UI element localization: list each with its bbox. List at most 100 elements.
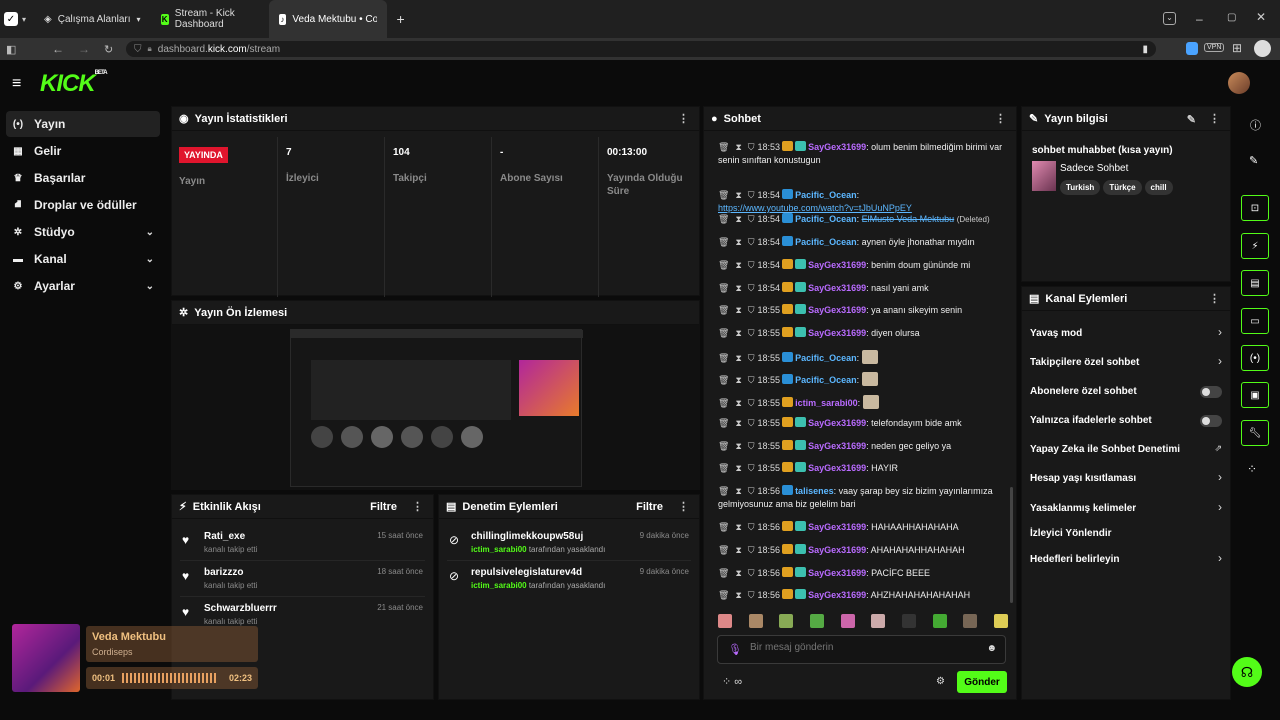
delete-icon[interactable]: 🗑︎ [718,353,729,363]
subscribers-only-toggle[interactable] [1200,386,1222,398]
tab-kick-dashboard[interactable]: K Stream - Kick Dashboard [151,0,269,38]
delete-icon[interactable]: 🗑︎ [718,214,729,224]
timeout-icon[interactable]: ⧗ [735,398,741,408]
timeout-icon[interactable]: ⧗ [735,214,741,224]
edit-icon[interactable]: ✎ [1187,113,1196,126]
emote-icon[interactable] [748,614,763,628]
timeout-icon[interactable]: ⧗ [735,375,741,385]
chat-username[interactable]: SayGex31699 [808,463,866,473]
sidebar-item-basarilar[interactable]: ♛ Başarılar [6,165,160,191]
stream-preview-image[interactable] [290,329,583,487]
chevron-down-icon[interactable]: ▾ [22,15,26,24]
new-tab-button[interactable]: + [397,11,405,27]
delete-icon[interactable]: 🗑︎ [718,375,729,385]
chat-username[interactable]: SayGex31699 [808,418,866,428]
minimize-button[interactable]: – [1196,12,1203,26]
bookmark-icon[interactable]: ▮ [1142,44,1148,55]
send-button[interactable]: Gönder [957,671,1007,693]
activity-toggle-button[interactable]: ⚡︎ [1241,233,1269,259]
more-options-icon[interactable]: ⋮ [412,500,423,513]
delete-icon[interactable]: 🗑︎ [718,142,729,152]
timeout-icon[interactable]: ⧗ [735,328,741,338]
kick-logo[interactable]: KICKBETA [40,70,108,98]
chat-username[interactable]: SayGex31699 [808,328,866,338]
timeout-icon[interactable]: ⧗ [735,545,741,555]
delete-icon[interactable]: 🗑︎ [718,328,729,338]
moderation-toggle-button[interactable]: ▤ [1241,270,1269,296]
delete-icon[interactable]: 🗑︎ [718,568,729,578]
extension-shield-icon[interactable] [1186,42,1198,55]
ban-icon[interactable]: ⛉ [748,190,755,200]
kick-points-icon[interactable]: ⁘ ∞ [722,675,742,688]
timeout-icon[interactable]: ⧗ [735,486,741,496]
emoji-icon[interactable]: ☻ [986,643,997,654]
timeout-icon[interactable]: ⧗ [735,418,741,428]
add-widget-icon[interactable]: ⁘ [1247,462,1257,476]
chat-username[interactable]: Pacific_Ocean [795,214,857,224]
delete-icon[interactable]: 🗑︎ [718,260,729,270]
delete-icon[interactable]: 🗑︎ [718,237,729,247]
sidebar-item-droplar[interactable]: ⛘ Droplar ve ödüller [6,192,160,218]
delete-icon[interactable]: 🗑︎ [718,305,729,315]
delete-icon[interactable]: 🗑︎ [718,283,729,293]
timeout-icon[interactable]: ⧗ [735,260,741,270]
timeout-icon[interactable]: ⧗ [735,283,741,293]
emote-icon[interactable] [779,614,794,628]
emotes-only-toggle[interactable] [1200,415,1222,427]
extensions-icon[interactable]: ⊞ [1232,41,1242,55]
timeout-icon[interactable]: ⧗ [735,190,741,200]
timeout-icon[interactable]: ⧗ [735,590,741,600]
timeout-icon[interactable]: ⧗ [735,568,741,578]
ban-icon[interactable]: ⛉ [748,142,755,152]
more-options-icon[interactable]: ⋮ [678,500,689,513]
forward-button[interactable]: → [78,42,90,56]
ban-icon[interactable]: ⛉ [748,237,755,247]
chat-username[interactable]: SayGex31699 [808,568,866,578]
chat-username[interactable]: Pacific_Ocean [795,237,857,247]
more-options-icon[interactable]: ⋮ [1209,112,1220,125]
chat-input[interactable]: 🎙︎ ☻ [717,635,1006,664]
emote-icon[interactable] [871,614,886,628]
ban-icon[interactable]: ⛉ [748,441,755,451]
browser-menu-icon[interactable]: ✓ [4,12,18,26]
timeout-icon[interactable]: ⧗ [735,305,741,315]
category-name[interactable]: Sadece Sohbet [1060,163,1128,174]
delete-icon[interactable]: 🗑︎ [718,418,729,428]
hamburger-menu-icon[interactable]: ≡ [12,75,21,93]
delete-icon[interactable]: 🗑︎ [718,190,729,200]
ban-icon[interactable]: ⛉ [748,328,755,338]
tab-workspaces[interactable]: ◈ Çalışma Alanları ▾ [34,0,151,38]
chat-username[interactable]: talisenes [795,486,834,496]
maximize-button[interactable]: ▢ [1227,12,1236,23]
channel-actions-toggle-button[interactable]: ▣ [1241,382,1269,408]
chat-toggle-button[interactable]: ▭ [1241,308,1269,334]
mic-icon[interactable]: 🎙︎ [728,643,742,656]
ban-icon[interactable]: ⛉ [748,545,755,555]
stream-info-toggle-button[interactable]: 🔧︎ [1241,420,1269,446]
close-window-button[interactable]: ✕ [1256,10,1266,24]
tab-search-button[interactable]: ⌄ [1163,12,1176,25]
chat-username[interactable]: SayGex31699 [808,522,866,532]
delete-icon[interactable]: 🗑︎ [718,441,729,451]
profile-avatar[interactable] [1254,40,1271,57]
ban-icon[interactable]: ⛉ [748,418,755,428]
timeout-icon[interactable]: ⧗ [735,463,741,473]
timeout-icon[interactable]: ⧗ [735,522,741,532]
tab-veda-mektubu[interactable]: ♪ Veda Mektubu • Cordiseps [268,0,387,38]
sidebar-item-gelir[interactable]: ▦ Gelir [6,138,160,164]
emote-icon[interactable] [718,614,732,628]
chat-username[interactable]: Pacific_Ocean [795,190,857,200]
delete-icon[interactable]: 🗑︎ [718,545,729,555]
timeout-icon[interactable]: ⧗ [735,441,741,451]
chat-username[interactable]: SayGex31699 [808,545,866,555]
chat-username[interactable]: Pacific_Ocean [795,353,857,363]
back-button[interactable]: ← [52,42,64,56]
chat-username[interactable]: ictim_sarabi00 [795,398,858,408]
ban-icon[interactable]: ⛉ [748,375,755,385]
ban-icon[interactable]: ⛉ [748,590,755,600]
broadcast-toggle-button[interactable]: (•) [1241,345,1269,371]
edit-icon[interactable]: ✎ [1249,154,1258,167]
emote-icon[interactable] [901,614,916,628]
delete-icon[interactable]: 🗑︎ [718,486,729,496]
sidebar-item-studyo[interactable]: ✲ Stüdyo ⌄ [6,219,160,245]
